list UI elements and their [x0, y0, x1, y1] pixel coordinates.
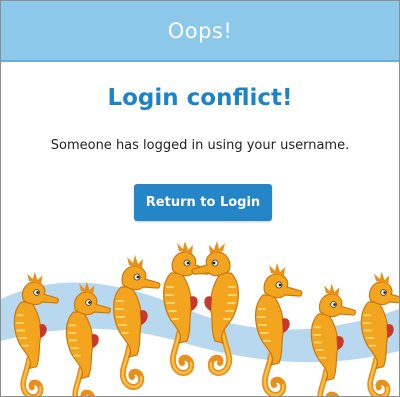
page-heading: Login conflict!	[107, 85, 293, 111]
seahorse-illustration	[1, 241, 399, 397]
conflict-message: Someone has logged in using your usernam…	[50, 138, 350, 153]
seahorse-icon	[164, 241, 210, 373]
dialog-title: Oops!	[167, 18, 233, 43]
return-to-login-button[interactable]: Return to Login	[134, 184, 272, 221]
login-conflict-dialog: Oops! Login conflict! Someone has logged…	[0, 0, 400, 397]
dialog-title-bar: Oops!	[1, 1, 399, 62]
seahorse-icon	[256, 263, 302, 395]
